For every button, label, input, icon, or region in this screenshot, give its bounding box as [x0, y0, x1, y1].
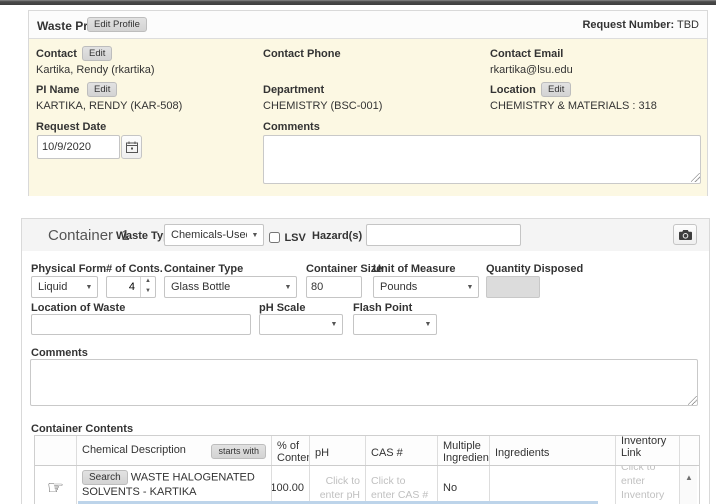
location-edit-button[interactable]: Edit	[541, 82, 571, 97]
location-of-waste-label: Location of Waste	[31, 302, 125, 314]
container-size-label: Container Size	[306, 263, 382, 275]
spinner-down-icon[interactable]: ▼	[141, 287, 155, 297]
container-header: Container 1 Waste Type Chemicals-Used ▼ …	[22, 219, 709, 251]
pi-name-value: KARTIKA, RENDY (KAR-508)	[36, 100, 182, 112]
contact-email-label: Contact Email	[490, 48, 563, 60]
contact-label: Contact	[36, 48, 77, 60]
ingredients-cell[interactable]	[490, 466, 616, 504]
window-top-bar	[0, 0, 716, 5]
department-value: CHEMISTRY (BSC-001)	[263, 100, 382, 112]
chevron-down-icon: ▼	[247, 232, 263, 239]
container-type-select[interactable]: Glass Bottle ▼	[164, 276, 297, 298]
num-conts-input[interactable]	[107, 277, 140, 297]
profile-comments-textarea[interactable]	[263, 135, 701, 184]
request-date-input[interactable]	[37, 135, 120, 159]
lsv-label: LSV	[284, 232, 305, 244]
waste-profile-body: Contact Edit Kartika, Rendy (rkartika) C…	[29, 39, 707, 196]
location-label: Location	[490, 84, 536, 96]
resize-grip[interactable]	[691, 173, 700, 182]
num-conts-label: # of Conts.	[106, 263, 163, 275]
col-select	[35, 436, 77, 465]
flash-point-label: Flash Point	[353, 302, 412, 314]
chevron-down-icon: ▼	[462, 284, 478, 291]
container-contents-title: Container Contents	[31, 423, 133, 435]
contact-phone-label: Contact Phone	[263, 48, 341, 60]
grid-data-row[interactable]: ☞ Search WASTE HALOGENATED SOLVENTS - KA…	[35, 466, 699, 504]
col-ingredients: Ingredients	[490, 436, 616, 465]
profile-comments-label: Comments	[263, 121, 320, 133]
lsv-checkbox[interactable]	[269, 232, 280, 243]
ph-scale-label: pH Scale	[259, 302, 305, 314]
chevron-down-icon: ▼	[420, 321, 436, 328]
camera-icon	[679, 230, 692, 240]
waste-type-select[interactable]: Chemicals-Used ▼	[164, 224, 264, 246]
calendar-icon	[126, 141, 138, 153]
pi-name-edit-button[interactable]: Edit	[87, 82, 117, 97]
cas-cell[interactable]: Click to enter CAS #	[366, 466, 438, 504]
location-value: CHEMISTRY & MATERIALS : 318	[490, 100, 657, 112]
grid-scrollbar[interactable]: ▲	[680, 466, 697, 504]
percent-of-content-cell[interactable]: 100.00	[272, 466, 310, 504]
container-panel: Container 1 Waste Type Chemicals-Used ▼ …	[21, 218, 710, 504]
scroll-up-icon[interactable]: ▲	[685, 473, 692, 482]
flash-point-select[interactable]: ▼	[353, 314, 437, 335]
starts-with-button[interactable]: starts with	[211, 444, 266, 459]
ph-cell[interactable]: Click to enter pH	[310, 466, 366, 504]
department-label: Department	[263, 84, 324, 96]
contact-email-value: rkartika@lsu.edu	[490, 64, 573, 76]
col-multiple-ingredients: Multiple Ingredients	[438, 436, 490, 465]
col-chemical-description: Chemical Description starts with	[77, 436, 272, 465]
pointing-hand-icon[interactable]: ☞	[47, 479, 64, 498]
quantity-disposed-label: Quantity Disposed	[486, 263, 583, 275]
container-comments-label: Comments	[31, 347, 88, 359]
lsv-field: LSV	[269, 228, 306, 246]
chevron-down-icon: ▼	[280, 284, 296, 291]
container-contents-grid: Chemical Description starts with % of Co…	[34, 435, 700, 504]
hazards-input[interactable]	[366, 224, 521, 246]
row-select-cell[interactable]: ☞	[35, 466, 77, 504]
physical-form-select[interactable]: Liquid ▼	[31, 276, 98, 298]
chevron-down-icon: ▼	[326, 321, 342, 328]
col-cas: CAS #	[366, 436, 438, 465]
unit-of-measure-select[interactable]: Pounds ▼	[373, 276, 479, 298]
search-button[interactable]: Search	[82, 470, 128, 485]
inventory-link-cell[interactable]: Click to enter Inventory Link #	[616, 466, 680, 504]
hazards-label: Hazard(s)	[312, 230, 362, 242]
resize-grip[interactable]	[688, 396, 697, 405]
col-inventory-link: Inventory Link	[616, 436, 680, 465]
container-type-label: Container Type	[164, 263, 243, 275]
chevron-down-icon: ▼	[81, 284, 97, 291]
container-comments-textarea[interactable]	[30, 359, 698, 406]
waste-profile-page: Waste Profile Edit Profile Request Numbe…	[0, 0, 716, 504]
col-ph: pH	[310, 436, 366, 465]
ph-scale-select[interactable]: ▼	[259, 314, 343, 335]
grid-header-row: Chemical Description starts with % of Co…	[35, 436, 699, 466]
contact-edit-button[interactable]: Edit	[82, 46, 112, 61]
waste-profile-panel: Waste Profile Edit Profile Request Numbe…	[28, 10, 708, 196]
multiple-ingredients-cell[interactable]: No	[438, 466, 490, 504]
pi-name-label: PI Name	[36, 84, 79, 96]
location-of-waste-input[interactable]	[31, 314, 251, 335]
num-conts-stepper: ▲ ▼	[106, 276, 156, 298]
container-size-input[interactable]	[306, 276, 362, 298]
quantity-disposed-input	[486, 276, 540, 298]
contact-value: Kartika, Rendy (rkartika)	[36, 64, 155, 76]
photo-button[interactable]	[673, 224, 697, 245]
request-date-label: Request Date	[36, 121, 106, 133]
scrollbar-header-spacer	[680, 436, 697, 465]
spinner-up-icon[interactable]: ▲	[141, 277, 155, 287]
physical-form-label: Physical Form	[31, 263, 106, 275]
request-number: Request Number: TBD	[582, 19, 699, 31]
col-percent-of-content: % of Content	[272, 436, 310, 465]
unit-of-measure-label: Unit of Measure	[373, 263, 456, 275]
chemical-description-cell[interactable]: Search WASTE HALOGENATED SOLVENTS - KART…	[77, 466, 272, 504]
request-number-label: Request Number:	[582, 19, 674, 31]
edit-profile-button[interactable]: Edit Profile	[87, 17, 147, 32]
request-number-value: TBD	[677, 19, 699, 31]
calendar-button[interactable]	[121, 135, 142, 159]
waste-profile-header: Waste Profile Edit Profile Request Numbe…	[29, 11, 707, 39]
